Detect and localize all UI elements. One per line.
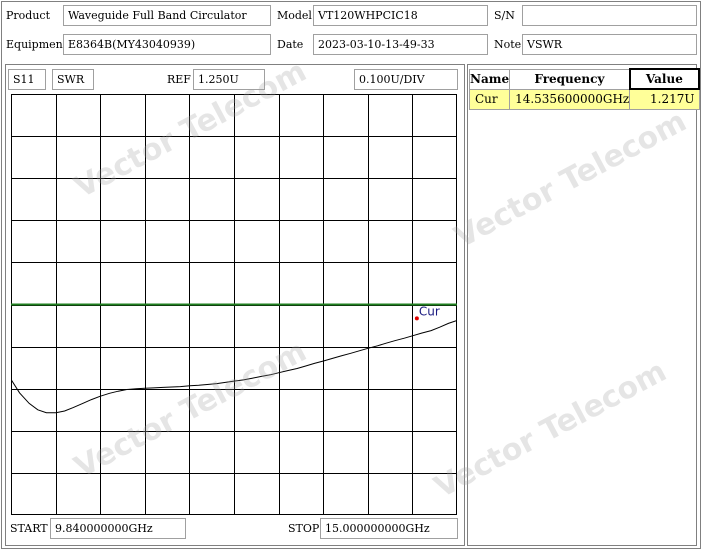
marker-panel (467, 64, 697, 546)
stop-field[interactable]: 15.000000000GHz (320, 518, 458, 539)
ref-label: REF (167, 73, 191, 86)
vswr-chart: Cur (11, 94, 457, 515)
report-window: Product Waveguide Full Band Circulator M… (1, 1, 701, 549)
format-box[interactable]: SWR (52, 69, 94, 90)
table-row[interactable]: Cur 14.535600000GHz 1.217U (468, 88, 700, 110)
marker-name-cell: Cur (468, 88, 511, 110)
marker-frequency-header[interactable]: Frequency (509, 68, 631, 90)
scale-box[interactable]: 0.100U/DIV (354, 69, 458, 90)
date-label: Date (277, 38, 304, 51)
note-field[interactable]: VSWR (522, 34, 697, 55)
marker-name-header[interactable]: Name (468, 68, 511, 90)
note-label: Note (494, 38, 522, 51)
date-field[interactable]: 2023-03-10-13-49-33 (313, 34, 488, 55)
marker-label: Cur (419, 304, 440, 318)
product-label: Product (6, 9, 50, 22)
ref-value-box[interactable]: 1.250U (193, 69, 265, 90)
equipment-field[interactable]: E8364B(MY43040939) (63, 34, 271, 55)
marker-table: Name Frequency Value Cur 14.535600000GHz… (468, 68, 701, 110)
product-field[interactable]: Waveguide Full Band Circulator (63, 5, 271, 26)
param-box[interactable]: S11 (8, 69, 46, 90)
model-label: Model (277, 9, 312, 22)
equipment-label: Equipment (6, 38, 68, 51)
model-field[interactable]: VT120WHPCIC18 (313, 5, 488, 26)
sn-field[interactable] (522, 5, 697, 26)
marker-value-cell: 1.217U (629, 88, 700, 110)
start-field[interactable]: 9.840000000GHz (50, 518, 186, 539)
marker-frequency-cell: 14.535600000GHz (509, 88, 631, 110)
marker-table-header: Name Frequency Value (468, 68, 701, 90)
start-label: START (10, 522, 48, 535)
stop-label: STOP (288, 522, 320, 535)
sn-label: S/N (494, 9, 515, 22)
marker-value-header[interactable]: Value (628, 68, 701, 90)
